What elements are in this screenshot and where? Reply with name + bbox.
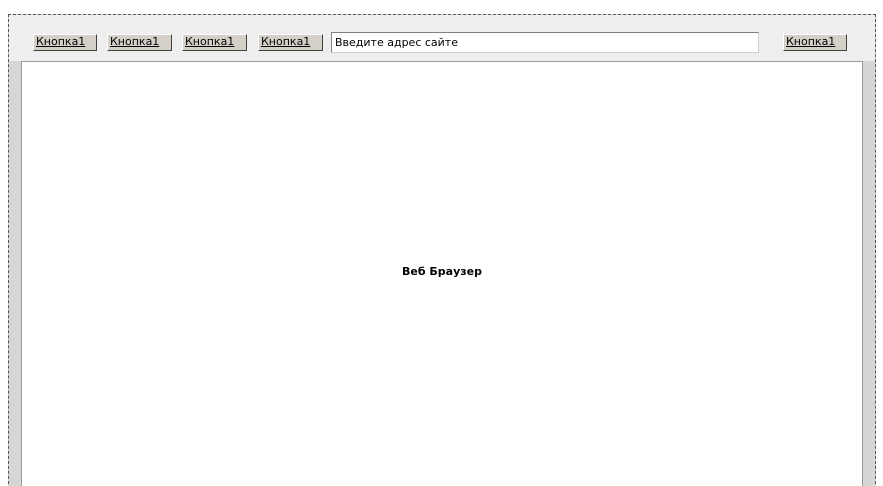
browser-content-area: Веб Браузер xyxy=(21,61,863,486)
go-button[interactable]: Кнопка1 xyxy=(783,34,847,51)
design-surface: Кнопка1 Кнопка1 Кнопка1 Кнопка1 Введите … xyxy=(0,0,883,486)
browser-form: Кнопка1 Кнопка1 Кнопка1 Кнопка1 Введите … xyxy=(8,14,876,486)
address-input[interactable]: Введите адрес сайте xyxy=(331,32,759,53)
toolbar-button-4[interactable]: Кнопка1 xyxy=(258,34,323,51)
web-browser-label: Веб Браузер xyxy=(402,265,482,278)
toolbar-button-1[interactable]: Кнопка1 xyxy=(33,34,97,51)
toolbar-button-2[interactable]: Кнопка1 xyxy=(107,34,172,51)
toolbar: Кнопка1 Кнопка1 Кнопка1 Кнопка1 Введите … xyxy=(9,15,875,61)
toolbar-button-3[interactable]: Кнопка1 xyxy=(182,34,247,51)
